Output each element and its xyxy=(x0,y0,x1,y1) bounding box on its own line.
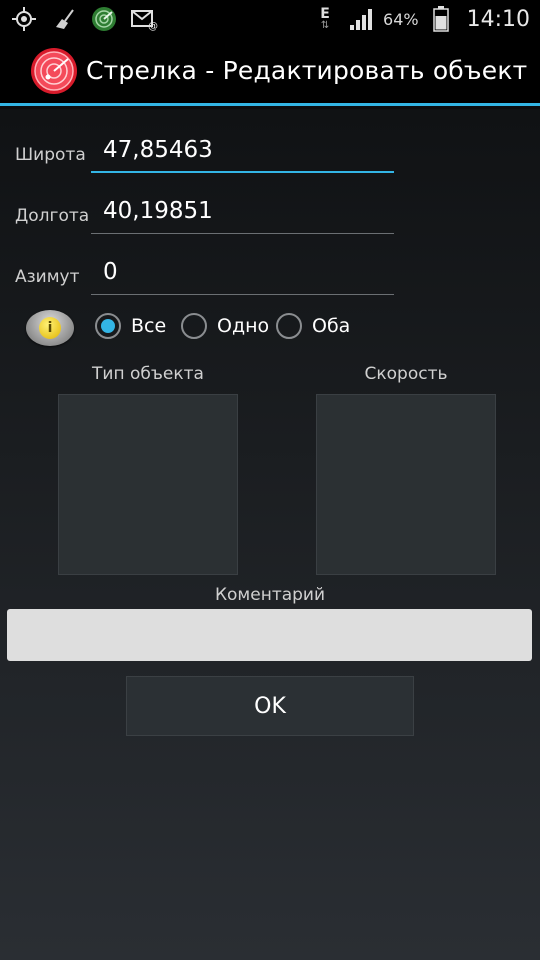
longitude-input[interactable]: 40,19851 xyxy=(91,190,394,234)
comment-label: Коментарий xyxy=(214,585,326,605)
system-indicators: E ⇅ 64% 14:10 xyxy=(311,5,530,33)
gps-icon xyxy=(10,5,38,33)
azimuth-value: 0 xyxy=(103,259,118,285)
network-edge-icon: E ⇅ xyxy=(311,5,339,33)
radio-both-label: Оба xyxy=(312,315,351,337)
action-bar: Стрелка - Редактировать объект xyxy=(0,38,540,106)
ok-button[interactable]: OK xyxy=(126,676,414,736)
data-arrows-icon: ⇅ xyxy=(320,20,330,31)
svg-text:@: @ xyxy=(148,21,158,31)
comment-input[interactable] xyxy=(7,609,532,661)
battery-icon xyxy=(427,5,455,33)
page-title: Стрелка - Редактировать объект xyxy=(86,56,528,85)
object-type-list[interactable] xyxy=(58,394,238,575)
speed-list[interactable] xyxy=(316,394,496,575)
network-type: E xyxy=(320,6,330,22)
longitude-row: Долгота 40,19851 xyxy=(0,190,540,242)
longitude-label: Долгота xyxy=(15,206,90,226)
clock: 14:10 xyxy=(466,6,530,32)
radio-all-label: Все xyxy=(131,315,167,337)
latitude-input[interactable]: 47,85463 xyxy=(91,129,394,173)
radar-icon[interactable] xyxy=(30,47,78,95)
latitude-label: Широта xyxy=(15,145,86,165)
signal-icon xyxy=(347,5,375,33)
radio-both-circle xyxy=(276,313,302,339)
broom-icon xyxy=(50,5,78,33)
radio-one-label: Одно xyxy=(217,315,270,337)
longitude-value: 40,19851 xyxy=(103,198,213,224)
info-icon: i xyxy=(39,317,61,339)
azimuth-input[interactable]: 0 xyxy=(91,251,394,295)
mail-icon: @ xyxy=(130,5,158,33)
status-bar: @ E ⇅ 64% 14:10 xyxy=(0,0,540,38)
battery-percent: 64% xyxy=(383,9,419,29)
latitude-row: Широта 47,85463 xyxy=(0,129,540,181)
speed-label: Скорость xyxy=(364,364,448,384)
radio-one-circle xyxy=(181,313,207,339)
radio-all[interactable]: Все xyxy=(95,311,166,341)
info-button[interactable]: i xyxy=(26,310,74,346)
latitude-value: 47,85463 xyxy=(103,137,213,163)
azimuth-label: Азимут xyxy=(15,267,80,287)
radio-both[interactable]: Оба xyxy=(276,311,350,341)
edit-object-form: Широта 47,85463 Долгота 40,19851 Азимут … xyxy=(0,109,540,960)
radio-one[interactable]: Одно xyxy=(181,311,269,341)
radio-all-circle xyxy=(95,313,121,339)
azimuth-row: Азимут 0 xyxy=(0,251,540,303)
object-type-label: Тип объекта xyxy=(92,364,204,384)
radar-app-icon xyxy=(90,5,118,33)
notification-icons: @ xyxy=(10,5,158,33)
